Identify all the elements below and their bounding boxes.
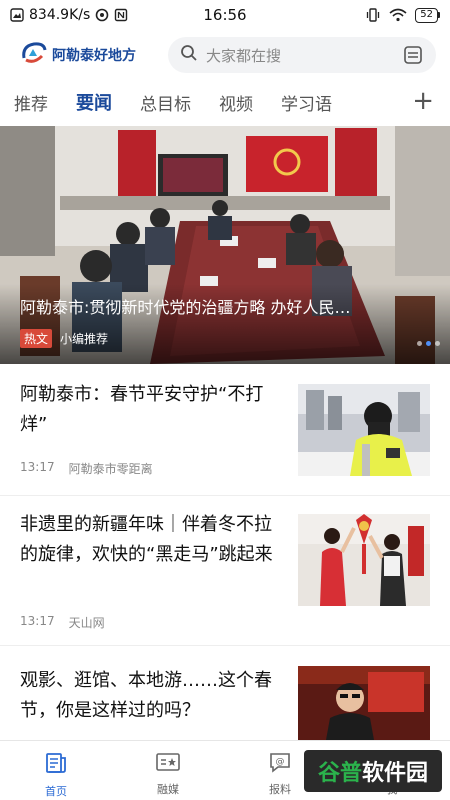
nav-media[interactable]: 融媒 — [112, 741, 224, 800]
channel-tabs: 推荐 要闻 总目标 视频 学习语 + — [0, 80, 450, 124]
news-time: 13:17 — [20, 460, 55, 474]
sync-icon — [95, 8, 109, 22]
site-watermark: 谷普 软件园 — [304, 750, 442, 792]
wifi-icon — [389, 8, 407, 22]
news-source: 天山网 — [68, 616, 105, 630]
nfc-icon — [114, 8, 128, 22]
search-placeholder: 大家都在搜 — [206, 46, 282, 65]
news-title[interactable]: 观影、逛馆、本地游……这个春节，你是这样过的吗？ — [20, 666, 282, 726]
hot-badge: 热文 — [20, 329, 53, 348]
app-header: 阿勒泰好地方 大家都在搜 — [0, 30, 450, 80]
news-time: 13:17 — [20, 614, 55, 628]
carousel-dots — [417, 341, 440, 346]
app-logo[interactable]: 阿勒泰好地方 — [20, 40, 156, 70]
nav-label: 融媒 — [157, 783, 179, 796]
logo-mark-icon — [20, 40, 48, 70]
tab-recommend[interactable]: 推荐 — [14, 90, 48, 115]
news-thumbnail[interactable] — [298, 514, 430, 606]
network-speed: 834.9K/s — [29, 7, 91, 23]
nav-home[interactable]: 首页 — [0, 741, 112, 800]
report-icon: @ — [268, 751, 292, 777]
watermark-text-a: 谷普 — [317, 761, 362, 786]
banner-caption[interactable]: 阿勒泰市:贯彻新时代党的治疆方略 办好人民… — [20, 294, 435, 318]
battery-icon: 52 — [415, 7, 440, 23]
news-meta: 13:17 阿勒泰市零距离 — [20, 460, 153, 477]
news-source: 阿勒泰市零距离 — [68, 462, 153, 476]
news-title[interactable]: 阿勒泰市：春节平安守护“不打烊” — [20, 380, 282, 440]
scan-icon[interactable] — [402, 44, 424, 66]
news-thumbnail[interactable] — [298, 384, 430, 476]
news-title[interactable]: 非遗里的新疆年味｜伴着冬不拉的旋律，欢快的“黑走马”跳起来 — [20, 510, 282, 570]
nav-label: 报料 — [269, 783, 291, 796]
logo-text: 阿勒泰好地方 — [52, 48, 136, 64]
banner-meta: 热文 小编推荐 — [20, 329, 108, 348]
news-icon — [44, 751, 68, 779]
news-thumbnail[interactable] — [298, 666, 430, 740]
battery-level: 52 — [415, 7, 438, 23]
tab-general-goal[interactable]: 总目标 — [140, 90, 191, 115]
watermark-text-b: 软件园 — [362, 761, 429, 786]
status-bar: 834.9K/s 16:56 52 — [0, 0, 450, 30]
carousel-dot — [435, 341, 440, 346]
media-icon — [155, 751, 181, 777]
news-meta: 13:17 天山网 — [20, 614, 105, 631]
carousel-dot-active — [426, 341, 431, 346]
photo-icon — [10, 8, 24, 22]
search-bar[interactable]: 大家都在搜 — [168, 37, 436, 73]
search-icon — [180, 44, 198, 66]
news-item[interactable]: 非遗里的新疆年味｜伴着冬不拉的旋律，欢快的“黑走马”跳起来 13:17 天山网 — [0, 496, 450, 646]
vibrate-icon — [365, 8, 381, 22]
headline-banner[interactable]: 阿勒泰市:贯彻新时代党的治疆方略 办好人民… 热文 小编推荐 — [0, 126, 450, 364]
carousel-dot — [417, 341, 422, 346]
nav-label: 首页 — [45, 785, 67, 798]
svg-text:@: @ — [276, 757, 285, 767]
tab-headlines[interactable]: 要闻 — [76, 89, 112, 115]
banner-source: 小编推荐 — [60, 332, 109, 346]
add-channel-button[interactable]: + — [412, 86, 434, 116]
news-item[interactable]: 观影、逛馆、本地游……这个春节，你是这样过的吗？ — [0, 646, 450, 740]
news-item[interactable]: 阿勒泰市：春节平安守护“不打烊” 13:17 阿勒泰市零距离 — [0, 364, 450, 496]
tab-study[interactable]: 学习语 — [281, 90, 332, 115]
tab-video[interactable]: 视频 — [219, 90, 253, 115]
